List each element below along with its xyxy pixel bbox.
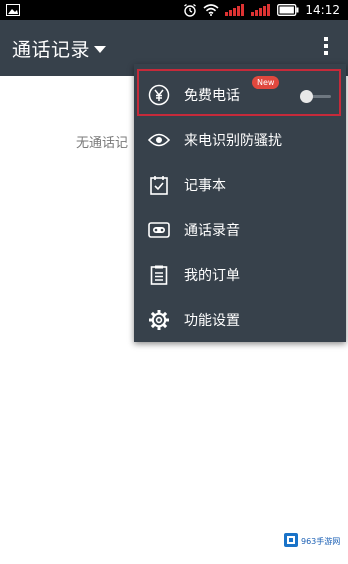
notepad-check-icon	[148, 174, 170, 196]
menu-item-label: 来电识别防骚扰	[184, 132, 282, 149]
logo-icon	[284, 532, 298, 551]
dropdown-triangle-icon	[94, 39, 107, 58]
menu-item-label: 我的订单	[184, 267, 240, 284]
watermark-text: 963手游网	[301, 536, 341, 546]
empty-state-text: 无通话记	[76, 136, 129, 151]
status-time: 14:12	[305, 3, 340, 17]
title-dropdown[interactable]: 通话记录	[12, 35, 107, 62]
free-call-toggle[interactable]	[300, 90, 332, 104]
watermark-logo: 963手游网	[284, 532, 344, 550]
battery-icon	[277, 4, 299, 16]
page-title: 通话记录	[12, 38, 91, 61]
order-list-icon	[148, 264, 170, 286]
menu-item-settings[interactable]: 功能设置	[134, 297, 346, 342]
wifi-icon	[203, 4, 219, 16]
toggle-knob	[300, 90, 313, 103]
signal-icon	[251, 4, 271, 16]
eye-icon	[148, 129, 170, 151]
menu-item-caller-id[interactable]: 来电识别防骚扰	[134, 117, 346, 162]
more-menu-button[interactable]	[314, 28, 338, 68]
menu-item-notepad[interactable]: 记事本	[134, 162, 346, 207]
signal-icon	[225, 4, 245, 16]
menu-item-my-orders[interactable]: 我的订单	[134, 252, 346, 297]
more-vert-icon	[323, 36, 329, 60]
gear-icon	[148, 309, 170, 331]
overflow-menu: 免费电话 New 来电识别防骚扰 记事本 通话录音 我的订单 功能设置	[134, 64, 346, 342]
menu-item-label: 记事本	[184, 177, 226, 194]
new-badge: New	[252, 76, 280, 89]
image-icon	[6, 4, 20, 16]
tape-recorder-icon	[148, 219, 170, 241]
menu-item-call-recording[interactable]: 通话录音	[134, 207, 346, 252]
status-bar: 14:12	[0, 0, 348, 20]
menu-item-label: 功能设置	[184, 312, 240, 329]
menu-item-label: 通话录音	[184, 222, 240, 239]
alarm-icon	[183, 3, 197, 17]
